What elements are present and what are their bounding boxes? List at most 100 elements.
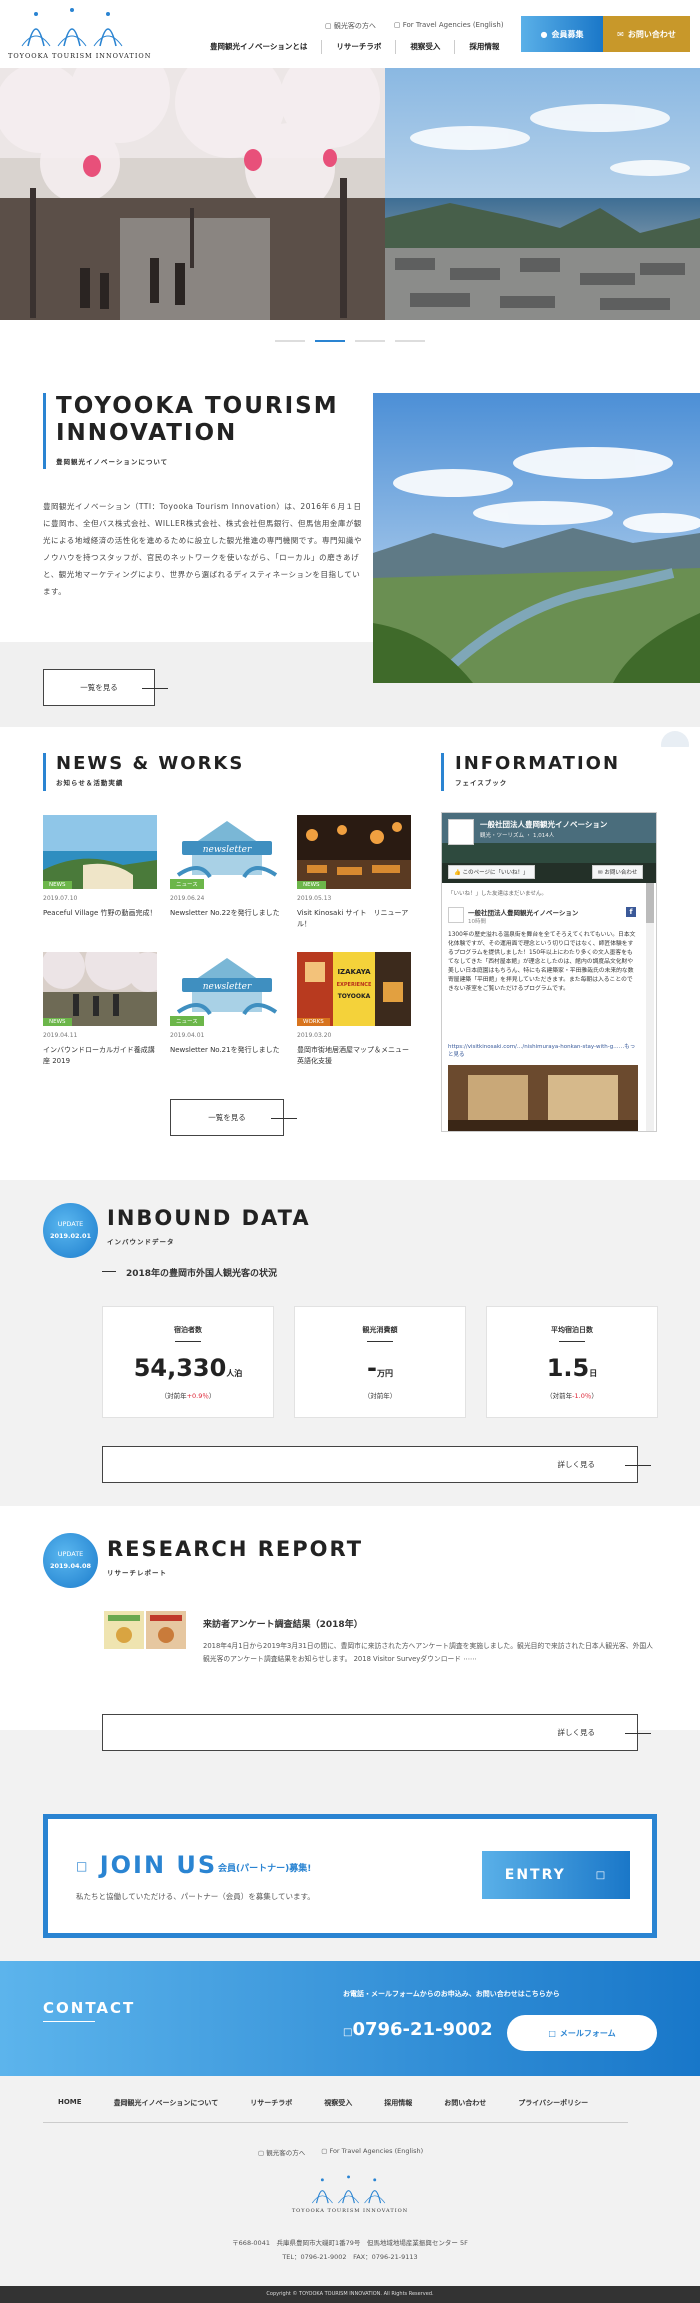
news-item[interactable]: IZAKAYA EXPERIENCE TOYOOKA WORKS 2019.03.2… — [297, 952, 411, 1067]
research-thumbnail[interactable] — [102, 1607, 188, 1653]
mail-form-button[interactable]: □ メールフォーム — [507, 2015, 657, 2051]
link-agencies[interactable]: ▢ For Travel Agencies (English) — [394, 21, 504, 31]
news-item[interactable]: newsletter ニュース 2019.04.01 Newsletter No… — [170, 952, 284, 1056]
mail-icon: □ — [548, 2028, 556, 2038]
news-title: NEWS & WORKS — [56, 753, 245, 774]
arrow-line-icon — [142, 688, 168, 689]
footer-nav: HOME 豊岡観光イノベーションについて リサーチラボ 視察受入 採用情報 お問… — [58, 2098, 588, 2108]
slider-dot[interactable] — [355, 340, 385, 342]
post-time: 10時間 — [468, 919, 486, 925]
footer-nav-recruit[interactable]: 採用情報 — [384, 2098, 412, 2108]
news-item[interactable]: NEWS 2019.04.11 インバウンドローカルガイド養成講座 2019 — [43, 952, 157, 1067]
facebook-message-button[interactable]: ✉ お問い合わせ — [592, 865, 644, 879]
svg-text:newsletter: newsletter — [203, 982, 252, 992]
footer-nav-about[interactable]: 豊岡観光イノベーションについて — [114, 2098, 219, 2108]
site-header: TOYOOKA TOURISM INNOVATION ▢ 観光客の方へ ▢ Fo… — [0, 0, 700, 68]
arrow-line-icon — [625, 1733, 651, 1734]
news-item[interactable]: newsletter ニュース 2019.06.24 Newsletter No… — [170, 815, 284, 919]
footer-tel: TEL：0796-21-9002 FAX：0796-21-9113 — [282, 2253, 418, 2261]
join-us-title: □ JOIN US — [76, 1851, 218, 1879]
research-item-title[interactable]: 来訪者アンケート調査結果（2018年） — [203, 1617, 363, 1630]
info-title: INFORMATION — [455, 753, 621, 774]
news-thumb: newsletter ニュース — [170, 952, 284, 1026]
logo-text: TOYOOKA TOURISM INNOVATION — [8, 52, 152, 60]
facebook-notice: 「いいね！」した友達はまだいません。 — [448, 891, 547, 897]
about-subtitle: 豊岡観光イノベーションについて — [56, 458, 169, 466]
facebook-page-meta: 観光・ツーリズム ・ 1,014人 — [480, 833, 555, 839]
news-more-button[interactable]: 一覧を見る — [170, 1099, 297, 1136]
heading-dash — [102, 1271, 116, 1272]
copyright: Copyright © TOYOOKA TOURISM INNOVATION. … — [0, 2286, 700, 2303]
news-subtitle: お知らせ＆活動実績 — [56, 779, 124, 787]
footer-sublinks: ▢ 観光客の方へ ▢ For Travel Agencies (English) — [258, 2147, 423, 2157]
user-icon: ● — [540, 29, 548, 39]
member-button[interactable]: ● 会員募集 — [521, 16, 603, 52]
footer-nav-privacy[interactable]: プライバシーポリシー — [518, 2098, 588, 2108]
about-more-button[interactable]: 一覧を見る — [43, 669, 168, 706]
footer-link-agencies[interactable]: ▢ For Travel Agencies (English) — [321, 2147, 423, 2157]
svg-text:TOYOOKA: TOYOOKA — [338, 993, 371, 1000]
facebook-widget[interactable]: 一般社団法人豊岡観光イノベーション 観光・ツーリズム ・ 1,014人 👍 この… — [441, 812, 657, 1132]
entry-button[interactable]: ENTRY □ — [482, 1851, 630, 1899]
footer-nav-inspection[interactable]: 視察受入 — [324, 2098, 352, 2108]
footer-link-visitors[interactable]: ▢ 観光客の方へ — [258, 2147, 305, 2157]
news-thumb: IZAKAYA EXPERIENCE TOYOOKA WORKS — [297, 952, 411, 1026]
decor-wave-icon — [661, 731, 689, 747]
news-accent-bar — [43, 753, 46, 791]
nav-recruit[interactable]: 採用情報 — [454, 40, 513, 54]
post-author[interactable]: 一般社団法人豊岡観光イノベーション — [468, 907, 578, 917]
facebook-icon: f — [626, 907, 636, 917]
inbound-more-button[interactable]: 詳しく見る — [102, 1446, 651, 1483]
inbound-title: INBOUND DATA — [107, 1206, 311, 1230]
svg-text:newsletter: newsletter — [203, 845, 252, 855]
hero-image — [0, 68, 700, 320]
inbound-subtitle: インバウンドデータ — [107, 1238, 175, 1246]
mail-icon: ✉ — [617, 29, 624, 39]
nav-inspection[interactable]: 視察受入 — [395, 40, 454, 54]
link-visitors[interactable]: ▢ 観光客の方へ — [325, 21, 376, 31]
arrow-line-icon — [625, 1465, 651, 1466]
footer-logo-text: TOYOOKA TOURISM INNOVATION — [291, 2208, 409, 2214]
news-thumb: NEWS — [43, 815, 157, 889]
data-card-stay-days: 平均宿泊日数 1.5日 （対前年-1.0％） — [486, 1306, 658, 1418]
site-logo[interactable]: TOYOOKA TOURISM INNOVATION — [8, 6, 152, 60]
post-avatar — [448, 907, 464, 923]
footer-nav-research[interactable]: リサーチラボ — [250, 2098, 292, 2108]
join-us-text: 私たちと協働していただける、パートナー（会員）を募集しています。 — [76, 1892, 315, 1901]
nav-about[interactable]: 豊岡観光イノベーションとは — [196, 40, 321, 54]
post-link[interactable]: https://visitkinosaki.com/…/nishimuraya-… — [448, 1043, 638, 1059]
inbound-update-badge: UPDATE 2019.02.01 — [43, 1203, 98, 1258]
slider-dot[interactable] — [275, 340, 305, 342]
contact-underline — [43, 2021, 95, 2022]
join-us-banner: □ JOIN US 会員(パートナー)募集! 私たちと協働していただける、パート… — [43, 1814, 657, 1938]
slider-dots — [275, 340, 425, 342]
logo-mark-icon — [21, 8, 123, 47]
facebook-page-name[interactable]: 一般社団法人豊岡観光イノベーション — [480, 819, 607, 830]
arrow-line-icon — [271, 1118, 297, 1119]
footer-nav-home[interactable]: HOME — [58, 2098, 82, 2108]
research-title: RESEARCH REPORT — [107, 1537, 364, 1561]
news-thumb: NEWS — [43, 952, 157, 1026]
square-icon: □ — [76, 1859, 90, 1873]
footer-nav-contact[interactable]: お問い合わせ — [444, 2098, 486, 2108]
contact-button[interactable]: ✉ お問い合わせ — [603, 16, 690, 52]
research-update-badge: UPDATE 2019.04.08 — [43, 1533, 98, 1588]
facebook-page-avatar — [448, 819, 474, 845]
data-card-spending: 観光消費額 -万円 （対前年） — [294, 1306, 466, 1418]
svg-text:IZAKAYA: IZAKAYA — [337, 968, 371, 976]
square-icon: □ — [595, 1869, 608, 1881]
slider-dot[interactable] — [395, 340, 425, 342]
news-item[interactable]: NEWS 2019.07.10 Peaceful Village 竹野の動画完成… — [43, 815, 157, 919]
news-item[interactable]: NEWS 2019.05.13 Visit Kinosaki サイト リニューア… — [297, 815, 411, 930]
research-more-button[interactable]: 詳しく見る — [102, 1714, 651, 1751]
facebook-like-button[interactable]: 👍 このページに「いいね！」 — [448, 865, 535, 879]
hero-slider[interactable] — [0, 68, 700, 320]
footer-address: 〒668-0041 兵庫県豊岡市大磯町1番79号 但馬地域地場産業振興センター … — [232, 2239, 468, 2247]
news-thumb: newsletter ニュース — [170, 815, 284, 889]
footer-logo[interactable]: TOYOOKA TOURISM INNOVATION — [290, 2174, 410, 2214]
slider-dot-active[interactable] — [315, 340, 345, 342]
facebook-scrollbar[interactable] — [646, 883, 654, 1131]
nav-research-lab[interactable]: リサーチラボ — [321, 40, 395, 54]
inbound-heading: 2018年の豊岡市外国人観光客の状況 — [126, 1269, 278, 1279]
contact-phone[interactable]: □0796-21-9002 — [343, 2019, 493, 2040]
